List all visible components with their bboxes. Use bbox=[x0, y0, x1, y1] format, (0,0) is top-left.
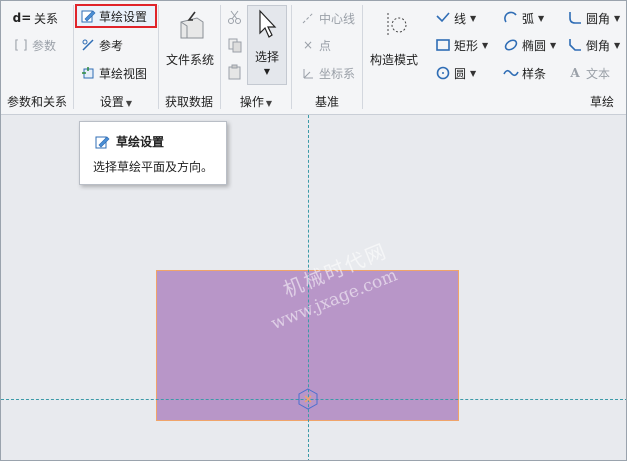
group-label-data: 获取数据 bbox=[164, 95, 213, 109]
line-button[interactable]: 线 ▼ bbox=[435, 8, 476, 28]
sketch-window: d= 关系 [ ] 参数 参数和关系 草绘设置 参考 草绘视图 设置 ▼ 文件系… bbox=[0, 0, 627, 461]
chevron-down-icon: ▼ bbox=[125, 99, 133, 108]
paste-icon[interactable] bbox=[227, 64, 243, 83]
reference-label: 参考 bbox=[99, 38, 124, 53]
chamfer-icon bbox=[567, 37, 583, 53]
point-label: 点 bbox=[319, 38, 332, 53]
params-button[interactable]: [ ] 参数 bbox=[13, 35, 56, 55]
coord-label: 坐标系 bbox=[319, 66, 356, 81]
sketch-setup-icon bbox=[94, 134, 110, 150]
text-label: 文本 bbox=[586, 66, 611, 81]
sketch-view-button[interactable]: 草绘视图 bbox=[80, 63, 147, 83]
group-datum: 中心线 × 点 坐标系 基准 bbox=[292, 1, 362, 115]
group-label-params: 参数和关系 bbox=[6, 95, 67, 109]
group-label-sketch: 草绘 bbox=[589, 95, 614, 109]
line-label: 线 bbox=[454, 11, 467, 26]
ellipse-icon bbox=[503, 37, 519, 53]
file-system-label: 文件系统 bbox=[165, 53, 214, 67]
construction-label: 构造模式 bbox=[369, 53, 418, 67]
group-sketch: 构造模式 线 ▼ 弧 ▼ 圆角 ▼ 矩形 ▼ 椭圆 ▼ 倒角 ▼ 圆 ▼ 样条 … bbox=[363, 1, 626, 115]
coordinate-system-button[interactable]: 坐标系 bbox=[300, 63, 355, 83]
chevron-down-icon: ▼ bbox=[614, 13, 621, 23]
origin-icon bbox=[298, 388, 318, 410]
operations-group-label: 操作 bbox=[239, 95, 264, 109]
sketch-view-label: 草绘视图 bbox=[99, 66, 148, 81]
copy-icon[interactable] bbox=[227, 37, 243, 56]
select-button[interactable]: 选择 ▼ bbox=[247, 5, 287, 85]
group-get-data: 文件系统 获取数据 bbox=[159, 1, 219, 115]
chevron-down-icon: ▼ bbox=[614, 40, 621, 50]
spline-label: 样条 bbox=[522, 66, 547, 81]
circle-icon bbox=[435, 65, 451, 81]
chevron-down-icon: ▼ bbox=[470, 13, 477, 23]
params-icon: [ ] bbox=[14, 38, 28, 52]
chevron-down-icon: ▼ bbox=[263, 67, 271, 76]
sketch-setup-label: 草绘设置 bbox=[99, 9, 148, 24]
line-icon bbox=[435, 10, 451, 26]
ribbon: d= 关系 [ ] 参数 参数和关系 草绘设置 参考 草绘视图 设置 ▼ 文件系… bbox=[1, 1, 626, 115]
tooltip-title-text: 草绘设置 bbox=[116, 135, 165, 149]
settings-group-label: 设置 bbox=[99, 95, 124, 109]
construction-mode-icon bbox=[376, 7, 412, 43]
tooltip-description: 选择草绘平面及方向。 bbox=[93, 160, 214, 174]
reference-icon bbox=[80, 37, 96, 53]
ellipse-label: 椭圆 bbox=[522, 38, 547, 53]
chamfer-button[interactable]: 倒角 ▼ bbox=[567, 35, 620, 55]
circle-label: 圆 bbox=[454, 66, 467, 81]
arc-button[interactable]: 弧 ▼ bbox=[503, 8, 544, 28]
tooltip-title: 草绘设置 bbox=[94, 133, 164, 150]
chevron-down-icon: ▼ bbox=[550, 40, 557, 50]
chamfer-label: 倒角 bbox=[586, 38, 611, 53]
construction-mode-button[interactable]: 构造模式 bbox=[367, 7, 421, 68]
rectangle-label: 矩形 bbox=[454, 38, 479, 53]
cut-icon[interactable] bbox=[227, 9, 243, 28]
group-label-datum: 基准 bbox=[314, 95, 339, 109]
sketch-setup-button[interactable]: 草绘设置 bbox=[75, 4, 157, 28]
tooltip: 草绘设置 选择草绘平面及方向。 bbox=[79, 121, 227, 185]
chevron-down-icon: ▼ bbox=[538, 13, 545, 23]
chevron-down-icon: ▼ bbox=[482, 40, 489, 50]
rectangle-icon bbox=[435, 37, 451, 53]
centerline-button[interactable]: 中心线 bbox=[300, 8, 355, 28]
spline-icon bbox=[503, 65, 519, 81]
relations-icon: d= bbox=[12, 11, 32, 25]
chevron-down-icon: ▼ bbox=[470, 68, 477, 78]
group-params-relations: d= 关系 [ ] 参数 参数和关系 bbox=[1, 1, 73, 115]
params-label: 参数 bbox=[32, 38, 57, 53]
group-operations: 选择 ▼ 操作 ▼ bbox=[221, 1, 291, 115]
fillet-label: 圆角 bbox=[586, 11, 611, 26]
spline-button[interactable]: 样条 bbox=[503, 63, 546, 83]
centerline-label: 中心线 bbox=[319, 11, 356, 26]
point-button[interactable]: × 点 bbox=[300, 35, 331, 55]
sketch-view-icon bbox=[80, 65, 96, 81]
circle-button[interactable]: 圆 ▼ bbox=[435, 63, 476, 83]
text-icon: A bbox=[570, 66, 580, 80]
rectangle-button[interactable]: 矩形 ▼ bbox=[435, 35, 488, 55]
file-system-button[interactable]: 文件系统 bbox=[163, 7, 217, 68]
fillet-icon bbox=[567, 10, 583, 26]
group-label-operations[interactable]: 操作 ▼ bbox=[221, 93, 291, 111]
file-system-icon bbox=[172, 7, 208, 43]
group-label-settings[interactable]: 设置 ▼ bbox=[74, 93, 158, 111]
relations-button[interactable]: d= 关系 bbox=[13, 8, 58, 28]
coordinate-system-icon bbox=[300, 65, 316, 81]
ellipse-button[interactable]: 椭圆 ▼ bbox=[503, 35, 556, 55]
arc-label: 弧 bbox=[522, 11, 535, 26]
group-settings: 草绘设置 参考 草绘视图 设置 ▼ bbox=[74, 1, 158, 115]
select-label: 选择 bbox=[254, 50, 279, 64]
centerline-icon bbox=[300, 10, 316, 26]
fillet-button[interactable]: 圆角 ▼ bbox=[567, 8, 620, 28]
sketch-setup-icon bbox=[80, 8, 96, 24]
reference-button[interactable]: 参考 bbox=[80, 35, 123, 55]
chevron-down-icon: ▼ bbox=[265, 99, 273, 108]
arc-icon bbox=[503, 10, 519, 26]
cursor-arrow-icon bbox=[249, 6, 285, 42]
text-button[interactable]: A 文本 bbox=[567, 63, 610, 83]
point-icon: × bbox=[302, 38, 314, 52]
relations-label: 关系 bbox=[34, 11, 59, 26]
